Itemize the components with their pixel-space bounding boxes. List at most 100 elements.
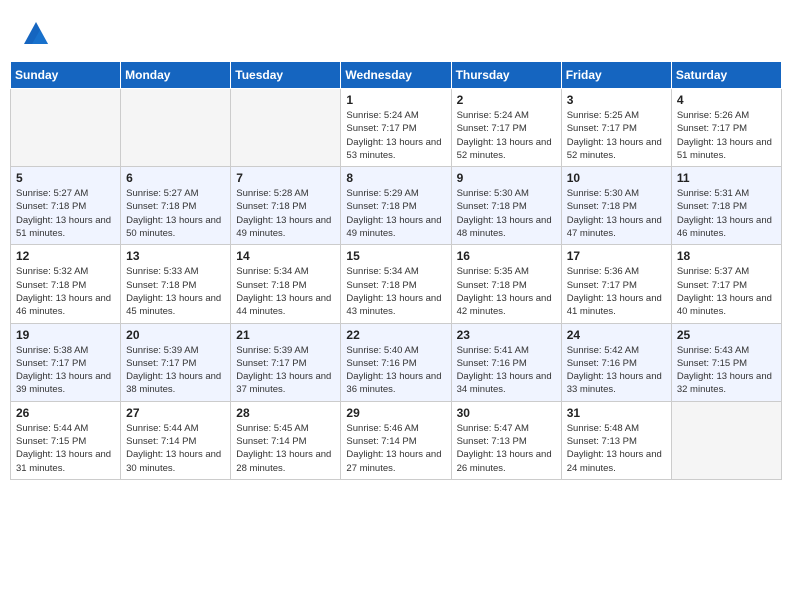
day-number: 8: [346, 171, 445, 185]
day-number: 29: [346, 406, 445, 420]
day-number: 24: [567, 328, 666, 342]
calendar-cell: 16 Sunrise: 5:35 AMSunset: 7:18 PMDayligh…: [451, 245, 561, 323]
cell-sun-info: Sunrise: 5:39 AMSunset: 7:17 PMDaylight:…: [126, 344, 225, 397]
cell-sun-info: Sunrise: 5:36 AMSunset: 7:17 PMDaylight:…: [567, 265, 666, 318]
calendar-cell: 29 Sunrise: 5:46 AMSunset: 7:14 PMDayligh…: [341, 401, 451, 479]
cell-sun-info: Sunrise: 5:40 AMSunset: 7:16 PMDaylight:…: [346, 344, 445, 397]
cell-sun-info: Sunrise: 5:38 AMSunset: 7:17 PMDaylight:…: [16, 344, 115, 397]
weekday-header-sunday: Sunday: [11, 62, 121, 89]
day-number: 13: [126, 249, 225, 263]
calendar-cell: 26Sunrise: 5:44 AMSunset: 7:15 PMDayligh…: [11, 401, 121, 479]
day-number: 28: [236, 406, 335, 420]
cell-sun-info: Sunrise: 5:25 AMSunset: 7:17 PMDaylight:…: [567, 109, 666, 162]
day-number: 12: [16, 249, 115, 263]
day-number: 31: [567, 406, 666, 420]
cell-sun-info: Sunrise: 5:34 AMSunset: 7:18 PMDaylight:…: [236, 265, 335, 318]
logo: [20, 20, 50, 48]
day-number: 2: [457, 93, 556, 107]
cell-sun-info: Sunrise: 5:39 AMSunset: 7:17 PMDaylight:…: [236, 344, 335, 397]
calendar-cell: 30 Sunrise: 5:47 AMSunset: 7:13 PMDayligh…: [451, 401, 561, 479]
cell-sun-info: Sunrise: 5:42 AMSunset: 7:16 PMDaylight:…: [567, 344, 666, 397]
day-number: 15: [346, 249, 445, 263]
cell-sun-info: Sunrise: 5:30 AMSunset: 7:18 PMDaylight:…: [457, 187, 556, 240]
day-number: 18: [677, 249, 776, 263]
cell-sun-info: Sunrise: 5:37 AMSunset: 7:17 PMDaylight:…: [677, 265, 776, 318]
weekday-header-thursday: Thursday: [451, 62, 561, 89]
cell-sun-info: Sunrise: 5:46 AMSunset: 7:14 PMDaylight:…: [346, 422, 445, 475]
calendar-cell: 3 Sunrise: 5:25 AMSunset: 7:17 PMDaylight…: [561, 89, 671, 167]
day-number: 3: [567, 93, 666, 107]
calendar-cell: 18 Sunrise: 5:37 AMSunset: 7:17 PMDayligh…: [671, 245, 781, 323]
calendar-cell: 31 Sunrise: 5:48 AMSunset: 7:13 PMDayligh…: [561, 401, 671, 479]
day-number: 4: [677, 93, 776, 107]
calendar-cell: 22Sunrise: 5:40 AMSunset: 7:16 PMDayligh…: [341, 323, 451, 401]
calendar-week-row: 1 Sunrise: 5:24 AMSunset: 7:17 PMDaylight…: [11, 89, 782, 167]
day-number: 17: [567, 249, 666, 263]
calendar-cell: 9Sunrise: 5:30 AMSunset: 7:18 PMDaylight…: [451, 167, 561, 245]
weekday-header-friday: Friday: [561, 62, 671, 89]
cell-sun-info: Sunrise: 5:44 AMSunset: 7:15 PMDaylight:…: [16, 422, 115, 475]
calendar-cell: 1 Sunrise: 5:24 AMSunset: 7:17 PMDaylight…: [341, 89, 451, 167]
day-number: 21: [236, 328, 335, 342]
calendar-cell: 28 Sunrise: 5:45 AMSunset: 7:14 PMDayligh…: [231, 401, 341, 479]
cell-sun-info: Sunrise: 5:28 AMSunset: 7:18 PMDaylight:…: [236, 187, 335, 240]
calendar-week-row: 19 Sunrise: 5:38 AMSunset: 7:17 PMDayligh…: [11, 323, 782, 401]
weekday-header-saturday: Saturday: [671, 62, 781, 89]
day-number: 16: [457, 249, 556, 263]
cell-sun-info: Sunrise: 5:27 AMSunset: 7:18 PMDaylight:…: [126, 187, 225, 240]
cell-sun-info: Sunrise: 5:30 AMSunset: 7:18 PMDaylight:…: [567, 187, 666, 240]
day-number: 14: [236, 249, 335, 263]
cell-sun-info: Sunrise: 5:34 AMSunset: 7:18 PMDaylight:…: [346, 265, 445, 318]
calendar-cell: 23Sunrise: 5:41 AMSunset: 7:16 PMDayligh…: [451, 323, 561, 401]
calendar-week-row: 5 Sunrise: 5:27 AMSunset: 7:18 PMDaylight…: [11, 167, 782, 245]
cell-sun-info: Sunrise: 5:32 AMSunset: 7:18 PMDaylight:…: [16, 265, 115, 318]
calendar-cell: 13 Sunrise: 5:33 AMSunset: 7:18 PMDayligh…: [121, 245, 231, 323]
calendar-cell: 20 Sunrise: 5:39 AMSunset: 7:17 PMDayligh…: [121, 323, 231, 401]
page-header: [10, 10, 782, 53]
cell-sun-info: Sunrise: 5:47 AMSunset: 7:13 PMDaylight:…: [457, 422, 556, 475]
calendar-cell: [671, 401, 781, 479]
calendar-cell: 21 Sunrise: 5:39 AMSunset: 7:17 PMDayligh…: [231, 323, 341, 401]
calendar-cell: 24 Sunrise: 5:42 AMSunset: 7:16 PMDayligh…: [561, 323, 671, 401]
day-number: 30: [457, 406, 556, 420]
calendar-cell: [11, 89, 121, 167]
cell-sun-info: Sunrise: 5:41 AMSunset: 7:16 PMDaylight:…: [457, 344, 556, 397]
cell-sun-info: Sunrise: 5:24 AMSunset: 7:17 PMDaylight:…: [346, 109, 445, 162]
calendar-cell: 11Sunrise: 5:31 AMSunset: 7:18 PMDayligh…: [671, 167, 781, 245]
calendar-cell: 14 Sunrise: 5:34 AMSunset: 7:18 PMDayligh…: [231, 245, 341, 323]
day-number: 1: [346, 93, 445, 107]
calendar-cell: 25Sunrise: 5:43 AMSunset: 7:15 PMDayligh…: [671, 323, 781, 401]
calendar-cell: 5 Sunrise: 5:27 AMSunset: 7:18 PMDaylight…: [11, 167, 121, 245]
day-number: 19: [16, 328, 115, 342]
calendar-cell: 6 Sunrise: 5:27 AMSunset: 7:18 PMDaylight…: [121, 167, 231, 245]
calendar-cell: 10 Sunrise: 5:30 AMSunset: 7:18 PMDayligh…: [561, 167, 671, 245]
day-number: 10: [567, 171, 666, 185]
weekday-header-wednesday: Wednesday: [341, 62, 451, 89]
day-number: 5: [16, 171, 115, 185]
cell-sun-info: Sunrise: 5:44 AMSunset: 7:14 PMDaylight:…: [126, 422, 225, 475]
calendar-cell: 17 Sunrise: 5:36 AMSunset: 7:17 PMDayligh…: [561, 245, 671, 323]
weekday-header-monday: Monday: [121, 62, 231, 89]
calendar-week-row: 26Sunrise: 5:44 AMSunset: 7:15 PMDayligh…: [11, 401, 782, 479]
weekday-header-tuesday: Tuesday: [231, 62, 341, 89]
day-number: 27: [126, 406, 225, 420]
calendar-week-row: 12 Sunrise: 5:32 AMSunset: 7:18 PMDayligh…: [11, 245, 782, 323]
calendar-cell: 4 Sunrise: 5:26 AMSunset: 7:17 PMDaylight…: [671, 89, 781, 167]
calendar-cell: [121, 89, 231, 167]
day-number: 20: [126, 328, 225, 342]
day-number: 6: [126, 171, 225, 185]
cell-sun-info: Sunrise: 5:35 AMSunset: 7:18 PMDaylight:…: [457, 265, 556, 318]
cell-sun-info: Sunrise: 5:27 AMSunset: 7:18 PMDaylight:…: [16, 187, 115, 240]
cell-sun-info: Sunrise: 5:26 AMSunset: 7:17 PMDaylight:…: [677, 109, 776, 162]
cell-sun-info: Sunrise: 5:33 AMSunset: 7:18 PMDaylight:…: [126, 265, 225, 318]
calendar-cell: 15 Sunrise: 5:34 AMSunset: 7:18 PMDayligh…: [341, 245, 451, 323]
cell-sun-info: Sunrise: 5:45 AMSunset: 7:14 PMDaylight:…: [236, 422, 335, 475]
calendar-table: SundayMondayTuesdayWednesdayThursdayFrid…: [10, 61, 782, 480]
cell-sun-info: Sunrise: 5:48 AMSunset: 7:13 PMDaylight:…: [567, 422, 666, 475]
calendar-cell: 27 Sunrise: 5:44 AMSunset: 7:14 PMDayligh…: [121, 401, 231, 479]
cell-sun-info: Sunrise: 5:43 AMSunset: 7:15 PMDaylight:…: [677, 344, 776, 397]
cell-sun-info: Sunrise: 5:24 AMSunset: 7:17 PMDaylight:…: [457, 109, 556, 162]
calendar-cell: [231, 89, 341, 167]
calendar-cell: 12 Sunrise: 5:32 AMSunset: 7:18 PMDayligh…: [11, 245, 121, 323]
day-number: 11: [677, 171, 776, 185]
